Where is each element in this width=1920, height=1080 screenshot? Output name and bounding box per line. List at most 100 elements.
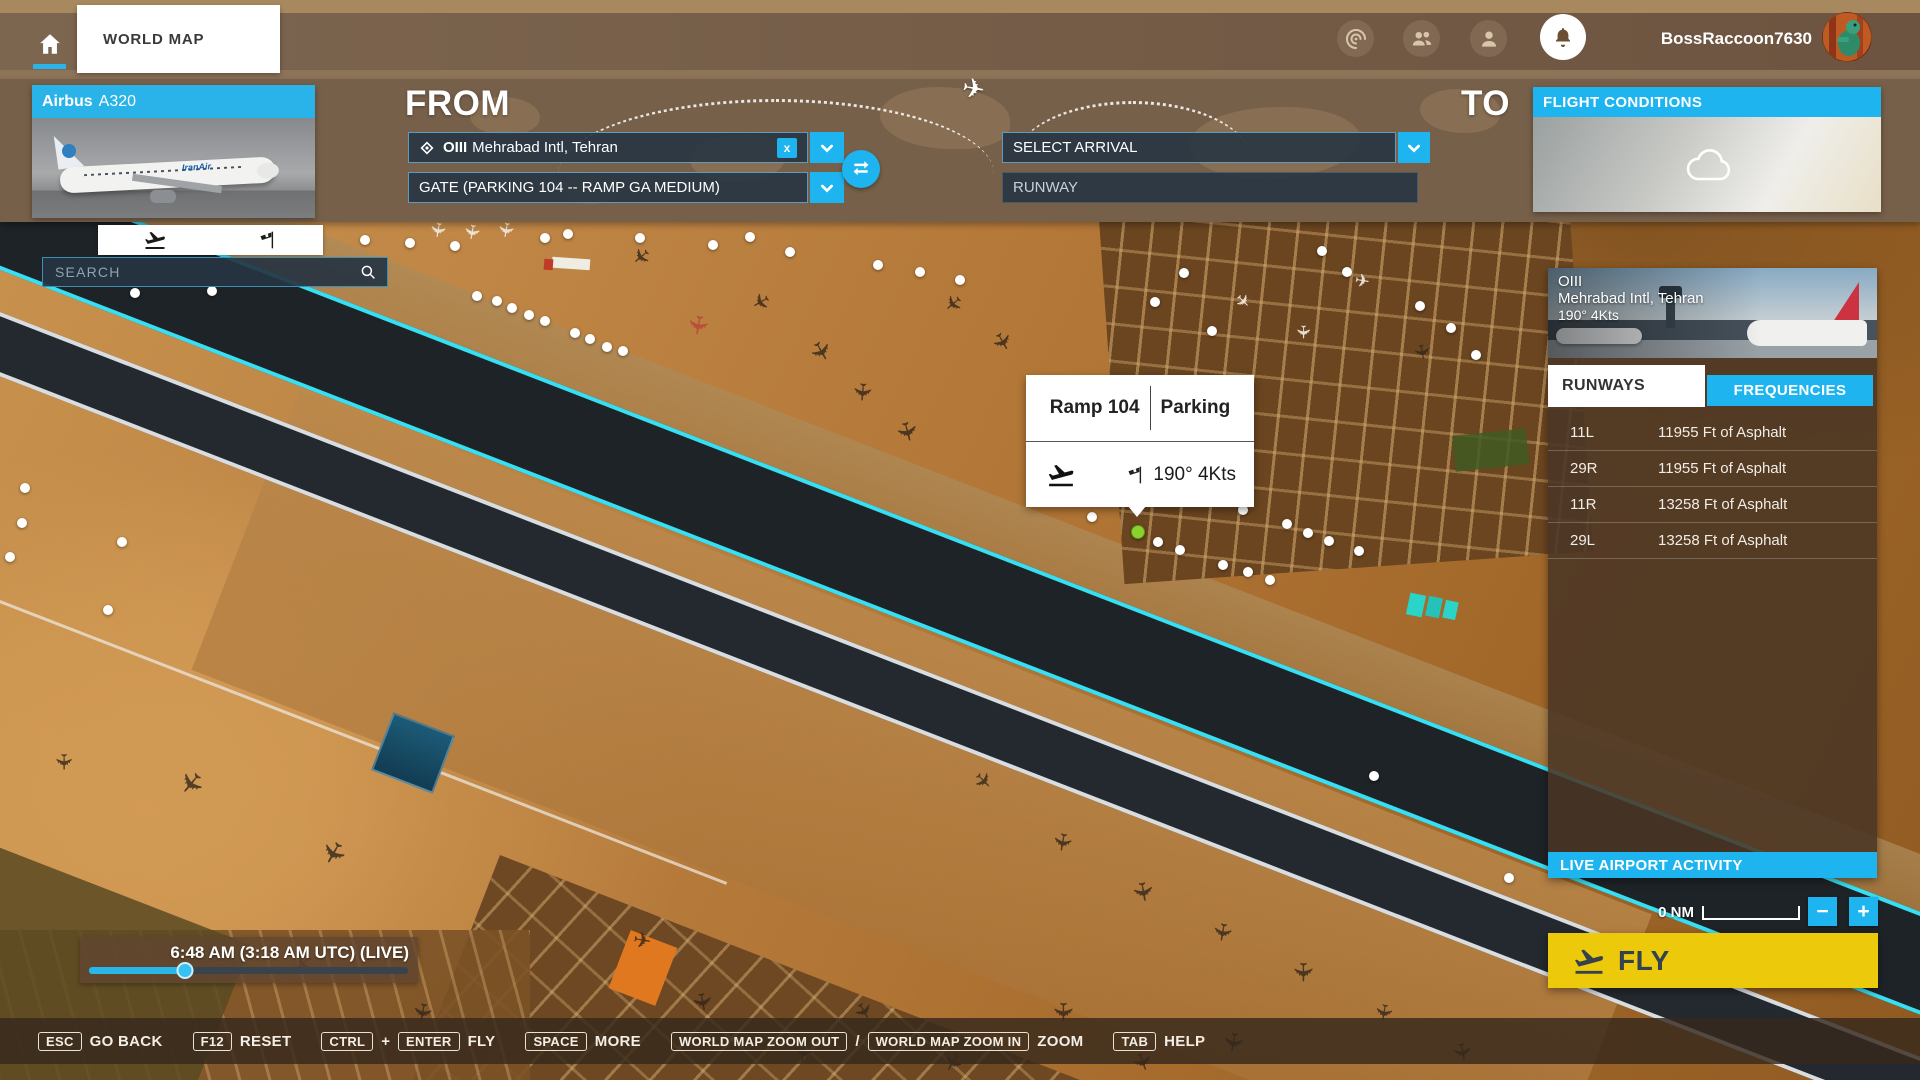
parking-spot-dot[interactable] [492, 296, 502, 306]
parking-spot-dot[interactable] [618, 346, 628, 356]
parking-spot-dot[interactable] [1369, 771, 1379, 781]
parking-spot-dot[interactable] [745, 232, 755, 242]
parking-spot-dot[interactable] [955, 275, 965, 285]
parking-spot-dot[interactable] [1354, 546, 1364, 556]
map-zoom-out-button[interactable]: − [1808, 897, 1837, 926]
parking-spot-dot[interactable] [207, 286, 217, 296]
parking-spot-dot[interactable] [17, 518, 27, 528]
live-airport-activity-banner[interactable]: LIVE AIRPORT ACTIVITY [1548, 852, 1877, 878]
parked-aircraft: ✈ [1287, 961, 1317, 983]
parked-aircraft: ✈ [746, 284, 775, 316]
departure-slot-field[interactable]: GATE (PARKING 104 -- RAMP GA MEDIUM) [408, 172, 808, 203]
windsock-filter-button[interactable] [258, 230, 278, 250]
tab-frequencies[interactable]: FREQUENCIES [1707, 375, 1873, 406]
parking-spot-dot[interactable] [1175, 545, 1185, 555]
hotkey-bar: ESC GO BACK F12 RESET CTRL + ENTER FLY SPACE MORE… [0, 1018, 1920, 1064]
parking-spot-dot[interactable] [708, 240, 718, 250]
parking-spot-dot[interactable] [450, 241, 460, 251]
parking-spot-dot[interactable] [1207, 326, 1217, 336]
parking-spot-dot[interactable] [1179, 268, 1189, 278]
airport-name: Mehrabad Intl, Tehran [1558, 290, 1704, 307]
parking-spot-dot[interactable] [524, 310, 534, 320]
tab-runways[interactable]: RUNWAYS [1548, 365, 1705, 407]
parking-spot-dot[interactable] [472, 291, 482, 301]
departure-dropdown-button[interactable] [810, 132, 844, 163]
parking-spot-dot[interactable] [540, 316, 550, 326]
parking-spot-dot[interactable] [130, 288, 140, 298]
parking-spot-dot[interactable] [1265, 575, 1275, 585]
parking-spot-dot[interactable] [1243, 567, 1253, 577]
search-icon [359, 263, 377, 281]
parking-spot-dot[interactable] [602, 342, 612, 352]
parking-spot-dot[interactable] [117, 537, 127, 547]
map-zoom-in-button[interactable]: + [1849, 897, 1878, 926]
profile-icon [1476, 26, 1502, 52]
arrival-airport-field[interactable]: SELECT ARRIVAL [1002, 132, 1396, 163]
friends-button[interactable] [1403, 20, 1440, 57]
runway-row[interactable]: 11R 13258 Ft of Asphalt [1548, 487, 1877, 523]
parking-spot-dot[interactable] [1446, 323, 1456, 333]
swap-from-to-button[interactable] [842, 150, 880, 188]
parking-spot-dot[interactable] [1087, 512, 1097, 522]
airport-info-panel: OIII Mehrabad Intl, Tehran 190° 4Kts RUN… [1548, 268, 1877, 878]
parking-spot-dot[interactable] [585, 334, 595, 344]
flight-conditions-panel[interactable]: FLIGHT CONDITIONS [1533, 87, 1881, 212]
parking-spot-dot[interactable] [540, 233, 550, 243]
runway-surface: 11955 Ft of Asphalt [1658, 460, 1787, 477]
departure-airport-field[interactable]: OIII Mehrabad Intl, Tehran x [408, 132, 808, 163]
parking-spot-dot[interactable] [360, 235, 370, 245]
departure-slot-dropdown-button[interactable] [810, 172, 844, 203]
home-button[interactable] [34, 28, 66, 60]
map-search[interactable] [42, 257, 388, 287]
parking-spot-dot[interactable] [785, 247, 795, 257]
parking-spot-dot[interactable] [1282, 519, 1292, 529]
parking-spot-dot[interactable] [1324, 536, 1334, 546]
parking-spot-dot[interactable] [570, 328, 580, 338]
key-badge: WORLD MAP ZOOM IN [867, 1031, 1030, 1051]
profile-button[interactable] [1470, 20, 1507, 57]
parking-spot-dot[interactable] [20, 483, 30, 493]
parking-spot-dot[interactable] [5, 552, 15, 562]
aircraft-livery-label: IranAir [181, 161, 212, 173]
parking-spot-dot[interactable] [1218, 560, 1228, 570]
departures-filter-button[interactable] [143, 228, 167, 252]
clear-departure-button[interactable]: x [777, 137, 797, 158]
parking-spot-dot[interactable] [405, 238, 415, 248]
search-input[interactable] [53, 263, 359, 281]
selected-aircraft-panel[interactable]: Airbus A320 IranAir [32, 85, 315, 218]
parking-spot-dot[interactable] [507, 303, 517, 313]
to-label: TO [1461, 84, 1510, 123]
parked-aircraft: ✈ [937, 286, 968, 318]
parking-spot-dot[interactable] [1303, 528, 1313, 538]
notifications-button[interactable] [1540, 14, 1586, 60]
runway-row[interactable]: 11L 11955 Ft of Asphalt [1548, 415, 1877, 451]
parking-spot-dot[interactable] [1504, 873, 1514, 883]
parking-spot-dot[interactable] [915, 267, 925, 277]
parked-aircraft: ✈ [492, 219, 520, 241]
activities-icon [1344, 27, 1368, 51]
selected-parking-dot[interactable] [1131, 525, 1145, 539]
parking-spot-dot[interactable] [1153, 537, 1163, 547]
hotkey-hint: CTRL + ENTER FLY [321, 1031, 495, 1051]
time-slider-thumb[interactable] [176, 962, 194, 979]
activities-button[interactable] [1337, 20, 1374, 57]
runway-surface: 13258 Ft of Asphalt [1658, 496, 1788, 513]
parking-spot-dot[interactable] [563, 229, 573, 239]
avatar[interactable] [1822, 12, 1872, 62]
parking-spot-dot[interactable] [103, 605, 113, 615]
tab-world-map-label: WORLD MAP [103, 30, 205, 48]
parking-spot-dot[interactable] [1342, 267, 1352, 277]
runway-row[interactable]: 29R 11955 Ft of Asphalt [1548, 451, 1877, 487]
parking-spot-dot[interactable] [1317, 246, 1327, 256]
parking-spot-dot[interactable] [1471, 350, 1481, 360]
tab-world-map[interactable]: WORLD MAP [77, 5, 280, 73]
runway-row[interactable]: 29L 13258 Ft of Asphalt [1548, 523, 1877, 559]
fly-button[interactable]: FLY [1548, 933, 1878, 988]
username[interactable]: BossRaccoon7630 [1612, 29, 1812, 49]
parking-spot-dot[interactable] [1415, 301, 1425, 311]
parking-spot-dot[interactable] [873, 260, 883, 270]
parking-spot-dot[interactable] [1150, 297, 1160, 307]
arrival-runway-field[interactable]: RUNWAY [1002, 172, 1418, 203]
arrival-dropdown-button[interactable] [1398, 132, 1430, 163]
time-slider[interactable] [89, 962, 408, 979]
